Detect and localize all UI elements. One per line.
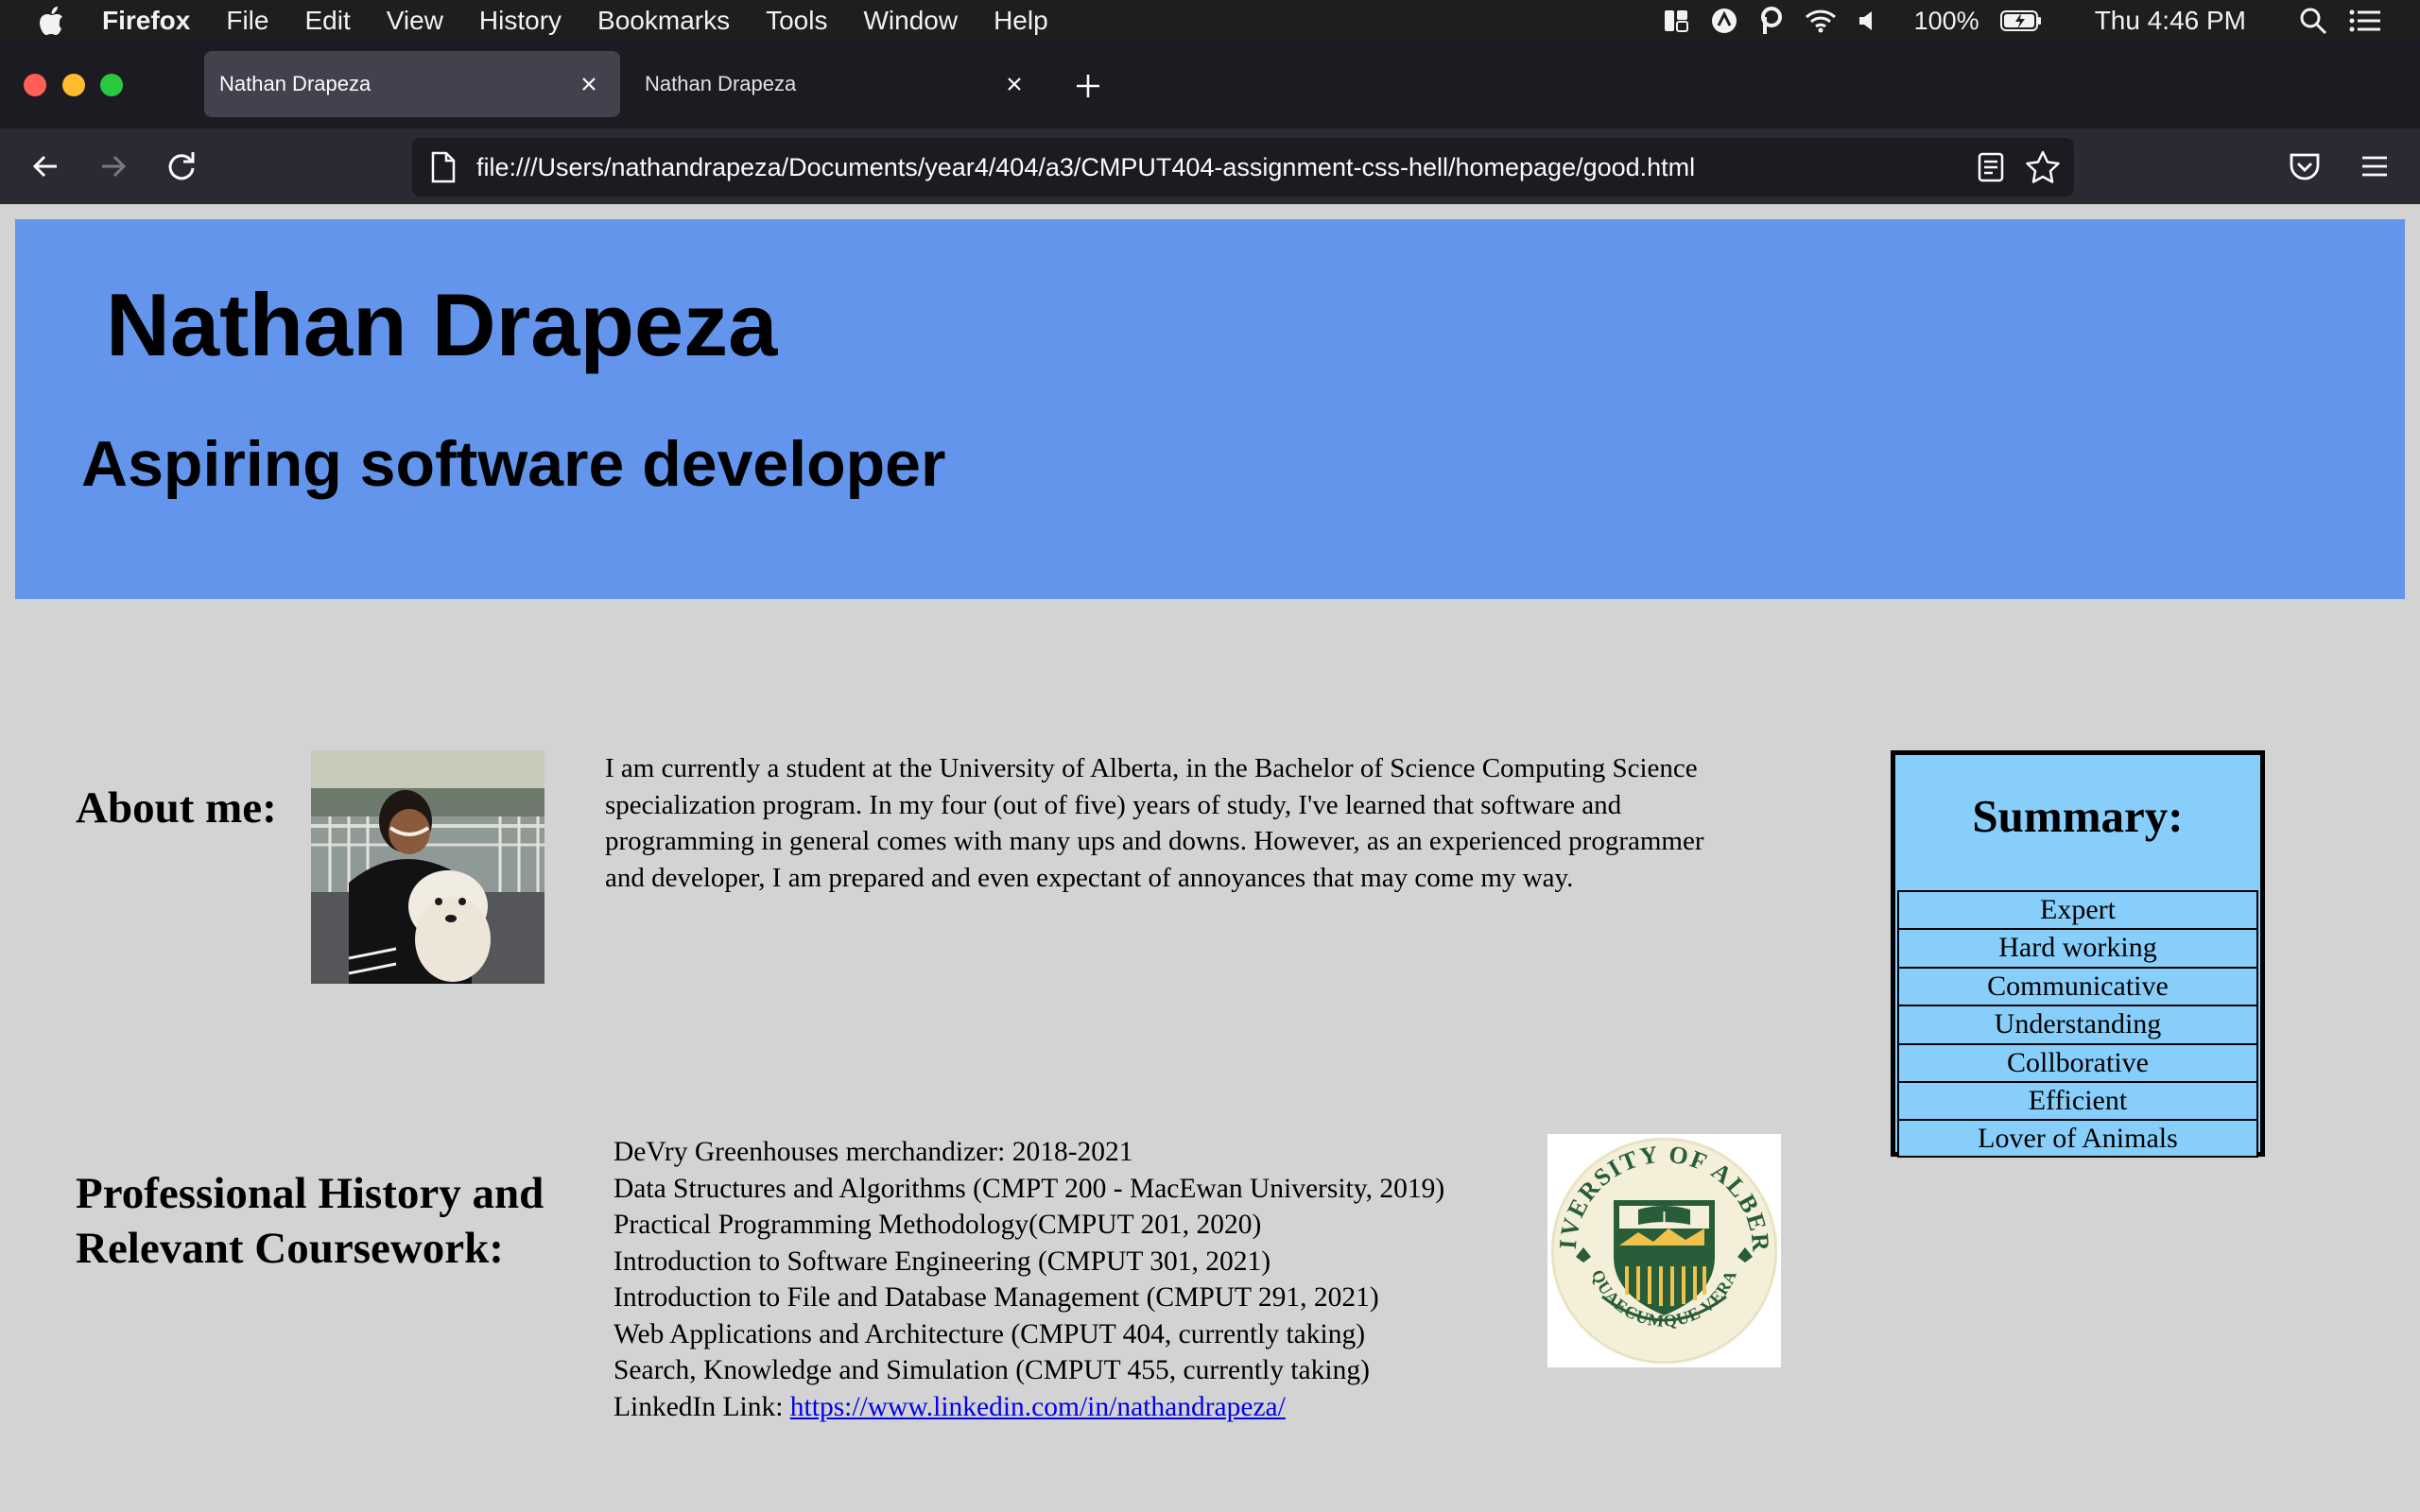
creative-cloud-icon[interactable] — [1710, 7, 1738, 35]
list-item: Introduction to Software Engineering (CM… — [614, 1246, 1271, 1277]
summary-item: Efficient — [1897, 1080, 2258, 1120]
page-document-icon — [429, 151, 458, 183]
tab-active[interactable]: Nathan Drapeza — [204, 51, 620, 117]
menu-history[interactable]: History — [479, 6, 562, 36]
professional-heading: Professional History and Relevant Course… — [76, 1169, 544, 1273]
reader-view-icon[interactable] — [1976, 151, 2006, 183]
wifi-icon[interactable] — [1805, 8, 1837, 34]
navigation-toolbar: file:///Users/nathandrapeza/Documents/ye… — [0, 129, 2420, 204]
summary-title: Summary: — [1972, 790, 2184, 842]
menu-app-name[interactable]: Firefox — [102, 6, 190, 36]
back-arrow-icon[interactable] — [28, 149, 62, 183]
about-heading: About me: — [76, 783, 277, 833]
url-bar[interactable]: file:///Users/nathandrapeza/Documents/ye… — [412, 138, 2074, 197]
summary-list: Expert Hard working Communicative Unders… — [1897, 890, 2258, 1158]
about-paragraph: I am currently a student at the Universi… — [605, 753, 1704, 893]
tab-inactive[interactable]: Nathan Drapeza — [630, 51, 1046, 117]
menubar-clock[interactable]: Thu 4:46 PM — [2095, 6, 2246, 36]
zoom-window-button[interactable] — [100, 74, 123, 96]
forward-arrow-icon[interactable] — [96, 149, 130, 183]
tab-title: Nathan Drapeza — [219, 72, 372, 95]
linkedin-row: LinkedIn Link: https://www.linkedin.com/… — [614, 1389, 1444, 1426]
summary-item: Collborative — [1897, 1042, 2258, 1081]
page-title: Nathan Drapeza — [106, 275, 778, 374]
battery-icon[interactable] — [1999, 9, 2042, 32]
app-menu-hamburger-icon[interactable] — [2358, 149, 2392, 183]
list-item: DeVry Greenhouses merchandizer: 2018-202… — [614, 1137, 1133, 1167]
tab-close-icon[interactable] — [1002, 72, 1027, 96]
menu-tools[interactable]: Tools — [766, 6, 827, 36]
page-subtitle: Aspiring software developer — [81, 428, 946, 500]
page-content: Nathan Drapeza Aspiring software develop… — [0, 204, 2420, 1512]
summary-box: Summary: Expert Hard working Communicati… — [1891, 750, 2265, 1158]
volume-icon[interactable] — [1858, 9, 1878, 33]
menubar-status-area: 100% Thu 4:46 PM — [1663, 0, 2382, 42]
summary-item: Understanding — [1897, 1005, 2258, 1043]
close-window-button[interactable] — [24, 74, 46, 96]
menu-bookmarks[interactable]: Bookmarks — [597, 6, 730, 36]
menu-file[interactable]: File — [226, 6, 268, 36]
list-item: Search, Knowledge and Simulation (CMPUT … — [614, 1355, 1370, 1385]
list-item: Data Structures and Algorithms (CMPT 200… — [614, 1173, 1445, 1204]
apple-menu-icon[interactable] — [38, 5, 66, 37]
summary-item: Hard working — [1897, 928, 2258, 967]
summary-item: Expert — [1897, 890, 2258, 929]
summary-item: Lover of Animals — [1897, 1119, 2258, 1158]
menu-view[interactable]: View — [387, 6, 443, 36]
notification-center-icon[interactable] — [2348, 8, 2382, 34]
list-item: Web Applications and Architecture (CMPUT… — [614, 1318, 1366, 1349]
bookmark-star-icon[interactable] — [2025, 149, 2061, 185]
menu-help[interactable]: Help — [994, 6, 1048, 36]
summary-item: Communicative — [1897, 966, 2258, 1005]
list-item: Introduction to File and Database Manage… — [614, 1282, 1379, 1313]
macos-menu-bar: Firefox File Edit View History Bookmarks… — [0, 0, 2420, 42]
tab-title: Nathan Drapeza — [645, 72, 797, 95]
list-item: Practical Programming Methodology(CMPUT … — [614, 1210, 1262, 1240]
linkedin-label: LinkedIn Link: — [614, 1391, 784, 1422]
spotlight-search-icon[interactable] — [2299, 7, 2327, 35]
profile-photo — [311, 750, 544, 987]
university-of-alberta-logo: UNIVERSITY OF ALBERTA QUAECUMQUE VERA — [1538, 1112, 1781, 1367]
new-tab-plus-icon[interactable] — [1074, 72, 1102, 100]
menu-edit[interactable]: Edit — [304, 6, 350, 36]
battery-percentage: 100% — [1913, 6, 1979, 35]
menu-window[interactable]: Window — [863, 6, 958, 36]
minimize-window-button[interactable] — [62, 74, 85, 96]
reload-icon[interactable] — [164, 149, 199, 183]
window-manager-icon[interactable] — [1663, 8, 1689, 34]
url-text[interactable]: file:///Users/nathandrapeza/Documents/ye… — [476, 153, 1695, 182]
linkedin-link[interactable]: https://www.linkedin.com/in/nathandrapez… — [790, 1392, 1286, 1422]
parsec-icon[interactable] — [1759, 7, 1784, 35]
pocket-icon[interactable] — [2288, 149, 2322, 183]
header-banner: Nathan Drapeza Aspiring software develop… — [15, 219, 2405, 599]
professional-list: DeVry Greenhouses merchandizer: 2018-202… — [614, 1134, 1444, 1425]
tab-close-icon[interactable] — [577, 72, 601, 96]
